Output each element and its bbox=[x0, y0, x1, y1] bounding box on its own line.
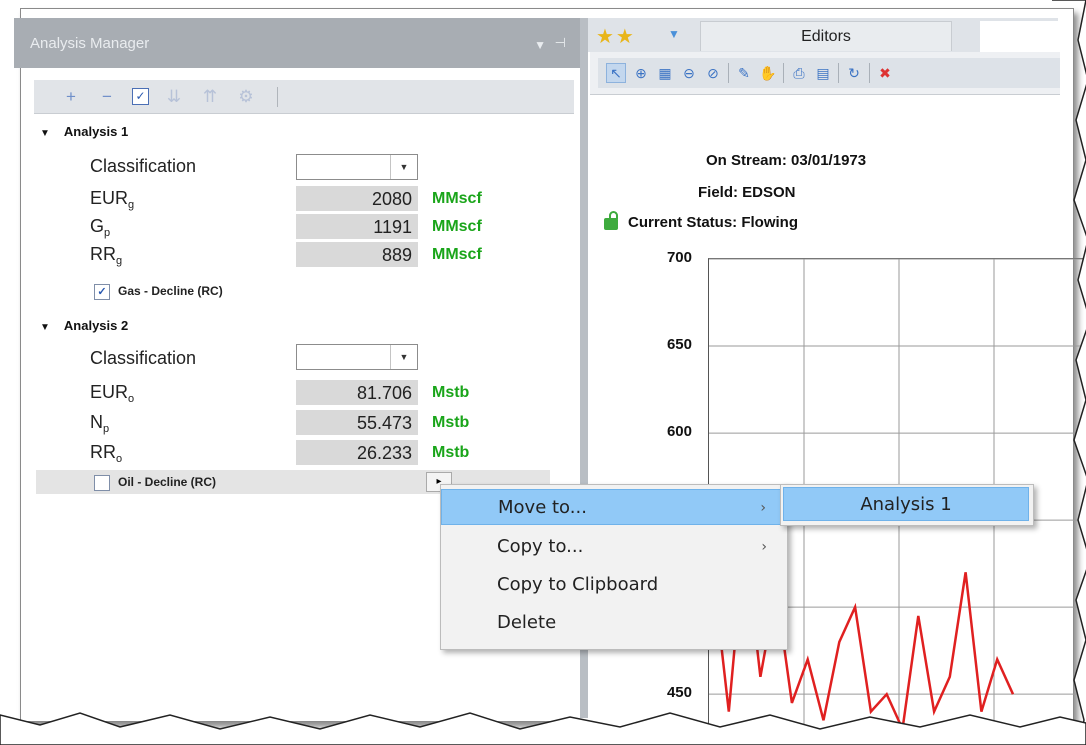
rr-o-value: 26.233 bbox=[296, 440, 418, 466]
gp-unit: MMscf bbox=[432, 218, 482, 235]
select-points-icon[interactable]: ✎ bbox=[735, 64, 753, 82]
editor-toolbar-buttons: ↖ ⊕ ▦ ⊖ ⊘ ✎ ✋ ⎙ ▤ ↻ ✖ bbox=[598, 58, 1060, 88]
np-label: Np bbox=[90, 412, 110, 435]
classification-label: Classification bbox=[90, 156, 197, 176]
eur-g-unit: MMscf bbox=[432, 190, 482, 207]
toolbar-separator bbox=[728, 63, 729, 83]
analysis-1-header[interactable]: ▼ Analysis 1 bbox=[40, 124, 128, 139]
np-value: 55.473 bbox=[296, 410, 418, 436]
collapse-arrow-icon[interactable]: ▼ bbox=[40, 128, 50, 139]
panel-title: Analysis Manager bbox=[30, 34, 150, 52]
menu-item-copy-to-clipboard[interactable]: Copy to Clipboard bbox=[441, 567, 787, 603]
y-tick-label: 600 bbox=[666, 423, 692, 441]
field-text: Field: EDSON bbox=[698, 184, 796, 201]
menu-item-move-to[interactable]: Move to... › bbox=[441, 489, 787, 525]
torn-edge-right bbox=[1052, 0, 1086, 742]
tab-strip-empty bbox=[980, 21, 1060, 52]
y-tick-label: 700 bbox=[666, 249, 692, 266]
dropdown-arrow-icon[interactable]: ▼ bbox=[390, 345, 417, 369]
collapse-arrow-icon[interactable]: ▼ bbox=[40, 322, 50, 333]
delete-icon[interactable]: ✖ bbox=[876, 64, 894, 82]
analysis-manager-header: Analysis Manager ▼ ⊣ bbox=[14, 18, 580, 68]
move-to-submenu: Analysis 1 bbox=[780, 484, 1034, 526]
tab-dropdown-icon[interactable]: ▼ bbox=[668, 27, 680, 41]
gas-decline-label: Gas - Decline (RC) bbox=[118, 284, 223, 299]
expand-all-icon[interactable]: ⇊ bbox=[163, 87, 185, 107]
eur-g-value: 2080 bbox=[296, 186, 418, 212]
toolbar-separator bbox=[277, 86, 278, 107]
editors-tab-bar: ★★ ▼ Editors bbox=[588, 18, 1060, 52]
rr-o-unit: Mstb bbox=[432, 444, 470, 461]
toolbar-separator bbox=[869, 63, 870, 83]
collapse-all-icon[interactable]: ⇈ bbox=[199, 87, 221, 107]
unlock-icon[interactable] bbox=[604, 211, 618, 230]
toolbar-separator bbox=[838, 63, 839, 83]
np-unit: Mstb bbox=[432, 414, 470, 431]
gp-label: Gp bbox=[90, 216, 111, 239]
check-icon[interactable]: ✓ bbox=[132, 88, 149, 105]
analysis-1-title: Analysis 1 bbox=[63, 124, 129, 139]
refresh-icon[interactable]: ↻ bbox=[845, 64, 863, 82]
analysis-2-header[interactable]: ▼ Analysis 2 bbox=[40, 318, 128, 333]
pan-hand-icon[interactable]: ✋ bbox=[759, 64, 777, 82]
analysis-2-title: Analysis 2 bbox=[63, 318, 129, 333]
pointer-icon[interactable]: ↖ bbox=[606, 63, 626, 83]
eur-o-unit: Mstb bbox=[432, 384, 470, 401]
torn-edge-bottom bbox=[0, 712, 1086, 745]
menu-item-delete[interactable]: Delete bbox=[441, 605, 787, 641]
pin-icon[interactable]: ⊣ bbox=[555, 35, 566, 51]
zoom-out-icon[interactable]: ⊖ bbox=[680, 64, 698, 82]
y-tick-label: 650 bbox=[666, 336, 692, 354]
editor-toolbar: ↖ ⊕ ▦ ⊖ ⊘ ✎ ✋ ⎙ ▤ ↻ ✖ bbox=[590, 52, 1060, 95]
zoom-box-icon[interactable]: ▦ bbox=[656, 64, 674, 82]
zoom-in-icon[interactable]: ⊕ bbox=[632, 64, 650, 82]
settings-icon[interactable]: ⚙ bbox=[235, 87, 257, 107]
dropdown-arrow-icon[interactable]: ▼ bbox=[390, 155, 417, 179]
oil-decline-label: Oil - Decline (RC) bbox=[118, 475, 217, 489]
menu-item-label: Move to... bbox=[498, 497, 587, 518]
panel-menu-icon[interactable]: ▼ bbox=[534, 38, 546, 52]
eur-o-value: 81.706 bbox=[296, 380, 418, 406]
classification-label: Classification bbox=[90, 348, 197, 368]
submenu-arrow-icon: › bbox=[760, 500, 766, 516]
remove-icon[interactable]: − bbox=[96, 87, 118, 107]
favorites-star-icon[interactable]: ★★ bbox=[596, 24, 636, 49]
on-stream-text: On Stream: 03/01/1973 bbox=[706, 152, 867, 169]
rr-g-unit: MMscf bbox=[432, 246, 482, 263]
y-tick-label: 450 bbox=[666, 684, 692, 702]
print-icon[interactable]: ⎙ bbox=[790, 64, 808, 82]
zoom-reset-icon[interactable]: ⊘ bbox=[704, 64, 722, 82]
classification-select[interactable]: ▼ bbox=[296, 154, 418, 180]
submenu-item-analysis-1[interactable]: Analysis 1 bbox=[783, 487, 1029, 521]
oil-decline-checkbox[interactable] bbox=[94, 474, 110, 491]
submenu-arrow-icon: › bbox=[761, 539, 767, 555]
gas-decline-model-row[interactable]: ✓ Gas - Decline (RC) bbox=[94, 284, 223, 300]
eur-g-label: EURg bbox=[90, 188, 135, 211]
eur-o-label: EURo bbox=[90, 382, 135, 405]
classification-select[interactable]: ▼ bbox=[296, 344, 418, 370]
tab-editors[interactable]: Editors bbox=[700, 21, 952, 51]
print-preview-icon[interactable]: ▤ bbox=[814, 64, 832, 82]
menu-item-label: Copy to... bbox=[497, 536, 584, 557]
context-menu: Move to... › Copy to... › Copy to Clipbo… bbox=[440, 484, 788, 650]
toolbar-separator bbox=[783, 63, 784, 83]
rr-o-label: RRo bbox=[90, 442, 123, 465]
rr-g-label: RRg bbox=[90, 244, 123, 267]
add-icon[interactable]: + bbox=[60, 87, 82, 107]
gas-decline-checkbox[interactable]: ✓ bbox=[94, 284, 110, 300]
rr-g-value: 889 bbox=[296, 242, 418, 268]
menu-item-copy-to[interactable]: Copy to... › bbox=[441, 529, 787, 565]
analysis-manager-toolbar: + − ✓ ⇊ ⇈ ⚙ bbox=[34, 80, 574, 114]
status-text: Current Status: Flowing bbox=[628, 214, 798, 231]
gp-value: 1191 bbox=[296, 214, 418, 240]
